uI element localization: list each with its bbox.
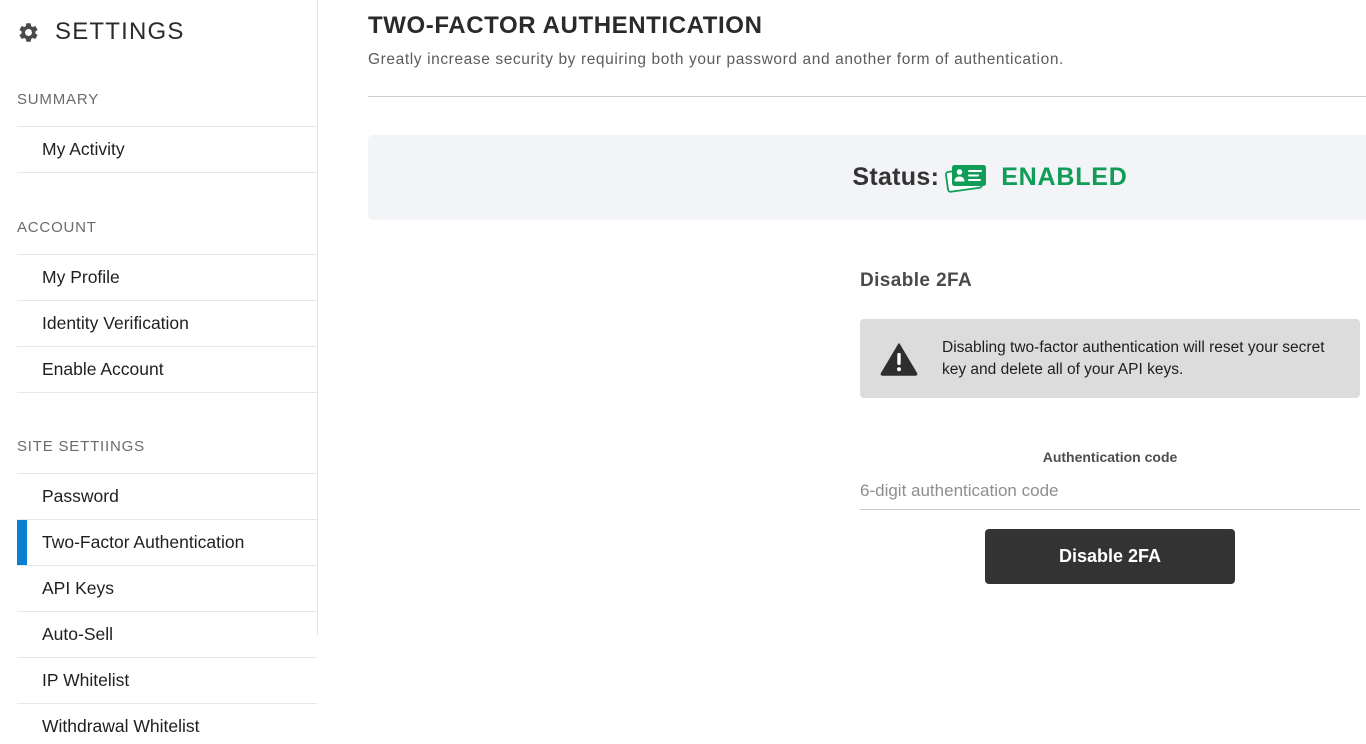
- sidebar-item-label: Enable Account: [42, 359, 164, 379]
- sidebar-item-ip-whitelist[interactable]: IP Whitelist: [17, 658, 317, 704]
- disable-2fa-button[interactable]: Disable 2FA: [985, 529, 1235, 584]
- settings-sidebar: SETTINGS SUMMARY My Activity ACCOUNT My …: [0, 0, 318, 744]
- nav-list-site-settings: Password Two-Factor Authentication API K…: [17, 473, 317, 744]
- sidebar-item-label: My Activity: [42, 139, 125, 159]
- sidebar-item-auto-sell[interactable]: Auto-Sell: [17, 612, 317, 658]
- nav-list-account: My Profile Identity Verification Enable …: [17, 254, 317, 393]
- section-label-site-settings: SITE SETTIINGS: [17, 438, 145, 455]
- sidebar-item-label: API Keys: [42, 578, 114, 598]
- authentication-code-label: Authentication code: [1042, 449, 1178, 465]
- sidebar-title: SETTINGS: [55, 18, 185, 45]
- sidebar-divider: [317, 0, 318, 635]
- sidebar-item-two-factor-authentication[interactable]: Two-Factor Authentication: [17, 520, 317, 566]
- gear-icon: [19, 22, 38, 42]
- status-label: Status:: [852, 163, 940, 191]
- section-label-account: ACCOUNT: [17, 219, 97, 236]
- sidebar-item-enable-account[interactable]: Enable Account: [17, 347, 317, 393]
- warning-text: Disabling two-factor authentication will…: [942, 338, 1325, 378]
- section-label-summary: SUMMARY: [17, 91, 99, 108]
- sidebar-item-label: My Profile: [42, 267, 120, 287]
- authentication-code-input[interactable]: [860, 472, 1360, 510]
- disable-2fa-heading: Disable 2FA: [860, 270, 973, 291]
- sidebar-item-api-keys[interactable]: API Keys: [17, 566, 317, 612]
- header-divider: [368, 96, 1366, 97]
- id-card-icon: [945, 164, 987, 193]
- sidebar-item-label: IP Whitelist: [42, 670, 130, 690]
- sidebar-item-label: Auto-Sell: [42, 624, 114, 644]
- sidebar-item-my-activity[interactable]: My Activity: [17, 127, 317, 173]
- settings-page: SETTINGS SUMMARY My Activity ACCOUNT My …: [0, 0, 1366, 744]
- warning-triangle-icon: [880, 342, 918, 376]
- sidebar-item-password[interactable]: Password: [17, 474, 317, 520]
- sidebar-header: SETTINGS: [17, 17, 185, 47]
- sidebar-item-label: Two-Factor Authentication: [42, 532, 245, 552]
- warning-callout: Disabling two-factor authentication will…: [860, 319, 1360, 398]
- nav-list-summary: My Activity: [17, 126, 317, 173]
- status-panel: Status: ENABLED: [368, 135, 1366, 220]
- sidebar-item-label: Identity Verification: [42, 313, 189, 333]
- page-subtitle: Greatly increase security by requiring b…: [368, 51, 1064, 68]
- page-title: TWO-FACTOR AUTHENTICATION: [368, 12, 763, 39]
- sidebar-item-identity-verification[interactable]: Identity Verification: [17, 301, 317, 347]
- sidebar-item-my-profile[interactable]: My Profile: [17, 255, 317, 301]
- sidebar-item-label: Withdrawal Whitelist: [42, 716, 200, 736]
- sidebar-item-withdrawal-whitelist[interactable]: Withdrawal Whitelist: [17, 704, 317, 744]
- status-badge: ENABLED: [1001, 163, 1128, 191]
- sidebar-item-label: Password: [42, 486, 119, 506]
